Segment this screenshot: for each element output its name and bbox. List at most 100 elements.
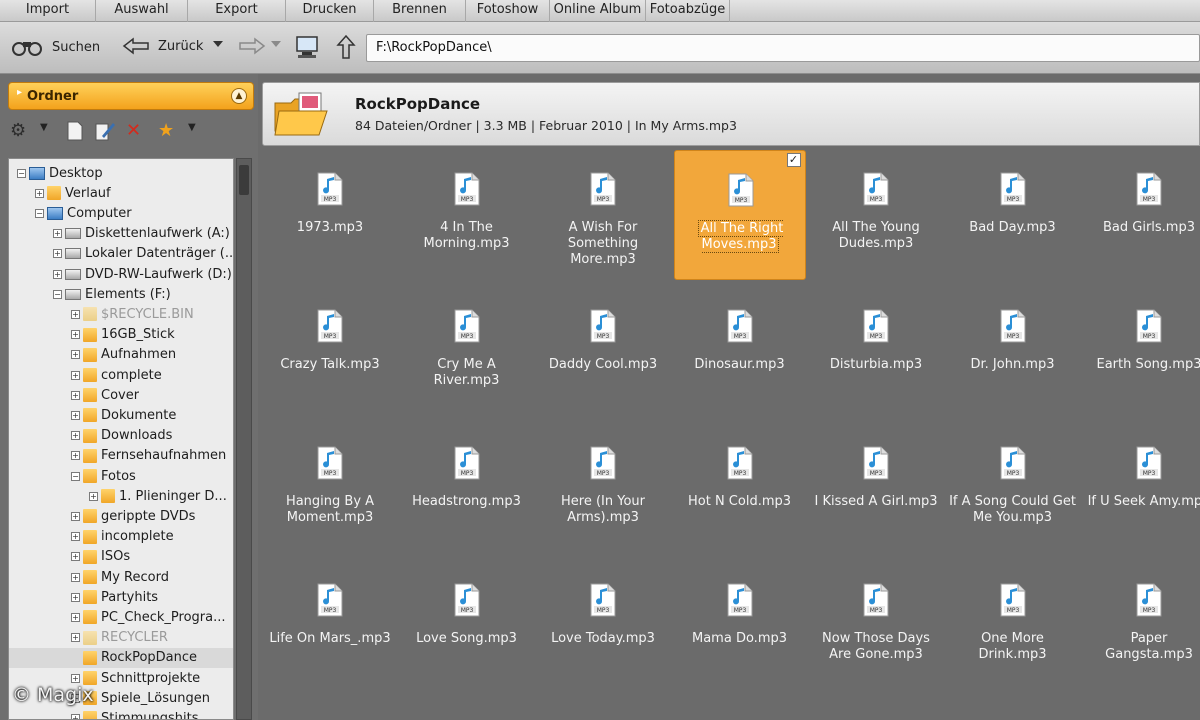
file-item[interactable]: MP3 Now Those Days Are Gone.mp3: [810, 561, 942, 691]
tree-item[interactable]: RockPopDance: [9, 647, 233, 668]
file-item[interactable]: MP3 Dr. John.mp3: [947, 287, 1079, 417]
tree-item[interactable]: + $RECYCLE.BIN: [9, 304, 233, 324]
expand-icon[interactable]: +: [53, 269, 62, 279]
file-item[interactable]: MP3 All The Right Moves.mp3 ✓: [673, 150, 806, 280]
file-item[interactable]: MP3 1973.mp3: [264, 150, 396, 280]
file-item[interactable]: MP3 Disturbia.mp3: [810, 287, 942, 417]
file-item[interactable]: MP3 Crazy Talk.mp3: [264, 287, 396, 417]
expand-icon[interactable]: +: [71, 532, 80, 542]
up-button[interactable]: [336, 34, 356, 60]
computer-button[interactable]: [294, 34, 320, 60]
address-bar[interactable]: F:\RockPopDance\: [366, 34, 1200, 62]
tree-item[interactable]: + Partyhits: [9, 587, 233, 607]
collapse-icon[interactable]: −: [35, 208, 44, 218]
folder-panel-header[interactable]: ▸ Ordner ▲: [8, 82, 254, 110]
file-item[interactable]: MP3 Here (In Your Arms).mp3: [537, 424, 669, 554]
tab-drucken[interactable]: Drucken: [286, 0, 374, 22]
file-item[interactable]: MP3 4 In The Morning.mp3: [401, 150, 533, 280]
file-item[interactable]: MP3 Paper Gangsta.mp3: [1083, 561, 1200, 691]
file-item[interactable]: MP3 Bad Girls.mp3: [1083, 150, 1200, 280]
file-item[interactable]: MP3 Headstrong.mp3: [401, 424, 533, 554]
back-history-dropdown[interactable]: [212, 38, 224, 50]
expand-icon[interactable]: +: [53, 249, 62, 259]
tree-item[interactable]: + Aufnahmen: [9, 345, 233, 365]
collapse-icon[interactable]: −: [17, 168, 26, 178]
tree-item[interactable]: +16GB_Stick: [9, 325, 233, 345]
tree-item[interactable]: + complete: [9, 365, 233, 385]
tree-item[interactable]: + ISOs: [9, 547, 233, 567]
tree-item[interactable]: − Elements (F:): [9, 284, 233, 304]
file-item[interactable]: MP3 Love Today.mp3: [537, 561, 669, 691]
tree-item[interactable]: + Cover: [9, 385, 233, 405]
tab-online-album[interactable]: Online Album: [550, 0, 646, 22]
expand-icon[interactable]: +: [71, 370, 80, 380]
tree-item[interactable]: + Lokaler Datenträger (...: [9, 244, 233, 264]
file-item[interactable]: MP3 Bad Day.mp3: [947, 150, 1079, 280]
expand-icon[interactable]: +: [35, 188, 44, 198]
expand-icon[interactable]: +: [71, 552, 80, 562]
file-item[interactable]: MP3 Earth Song.mp3: [1083, 287, 1200, 417]
file-item[interactable]: MP3 All The Young Dudes.mp3: [810, 150, 942, 280]
tree-item[interactable]: + Verlauf: [9, 183, 233, 203]
tab-export[interactable]: Export: [188, 0, 286, 22]
favorite-dropdown-icon[interactable]: ▼: [188, 122, 196, 133]
expand-icon[interactable]: +: [71, 431, 80, 441]
expand-icon[interactable]: +: [71, 309, 80, 319]
tree-item[interactable]: − Computer: [9, 203, 233, 223]
file-item[interactable]: MP3 If A Song Could Get Me You.mp3: [947, 424, 1079, 554]
tree-item[interactable]: − Desktop: [9, 163, 233, 183]
expand-icon[interactable]: +: [71, 633, 80, 643]
tab-fotoabzuege[interactable]: Fotoabzüge: [646, 0, 730, 22]
tree-item[interactable]: + Stimmungshits: [9, 708, 233, 719]
forward-button[interactable]: [238, 36, 266, 56]
search-button[interactable]: Suchen: [10, 36, 100, 58]
gear-dropdown-icon[interactable]: ▼: [40, 122, 48, 133]
expand-icon[interactable]: +: [71, 410, 80, 420]
tree-item[interactable]: + Dokumente: [9, 405, 233, 425]
selection-checkbox[interactable]: ✓: [786, 153, 801, 167]
tree-item[interactable]: +1. Plieninger D...: [9, 486, 233, 506]
file-item[interactable]: MP3 I Kissed A Girl.mp3: [810, 424, 942, 554]
collapse-panel-icon[interactable]: ▲: [231, 88, 247, 104]
expand-icon[interactable]: +: [71, 330, 80, 340]
rename-icon[interactable]: [94, 120, 116, 147]
tab-fotoshow[interactable]: Fotoshow: [466, 0, 550, 22]
expand-icon[interactable]: +: [89, 491, 98, 501]
file-item[interactable]: MP3 Hot N Cold.mp3: [674, 424, 806, 554]
back-button[interactable]: Zurück: [122, 36, 203, 56]
expand-icon[interactable]: +: [71, 713, 80, 719]
gear-icon[interactable]: ⚙: [10, 120, 26, 141]
file-item[interactable]: MP3 Cry Me A River.mp3: [401, 287, 533, 417]
tree-item[interactable]: + Diskettenlaufwerk (A:): [9, 224, 233, 244]
new-document-icon[interactable]: [66, 120, 84, 147]
file-item[interactable]: MP3 Life On Mars_.mp3: [264, 561, 396, 691]
favorite-star-icon[interactable]: ★: [158, 120, 174, 141]
expand-icon[interactable]: +: [71, 612, 80, 622]
tree-item[interactable]: + Fernsehaufnahmen: [9, 446, 233, 466]
tab-auswahl[interactable]: Auswahl: [96, 0, 188, 22]
file-item[interactable]: MP3 Mama Do.mp3: [674, 561, 806, 691]
expand-icon[interactable]: +: [71, 592, 80, 602]
file-item[interactable]: MP3 One More Drink.mp3: [947, 561, 1079, 691]
expand-icon[interactable]: +: [71, 350, 80, 360]
tab-brennen[interactable]: Brennen: [374, 0, 466, 22]
file-item[interactable]: MP3 Daddy Cool.mp3: [537, 287, 669, 417]
expand-icon[interactable]: +: [71, 572, 80, 582]
expand-icon[interactable]: +: [71, 451, 80, 461]
file-item[interactable]: MP3 Dinosaur.mp3: [674, 287, 806, 417]
forward-history-dropdown[interactable]: [270, 38, 282, 50]
tree-item[interactable]: + Downloads: [9, 426, 233, 446]
collapse-icon[interactable]: −: [71, 471, 80, 481]
file-item[interactable]: MP3 Love Song.mp3: [401, 561, 533, 691]
file-item[interactable]: MP3 Hanging By A Moment.mp3: [264, 424, 396, 554]
tree-item[interactable]: − Fotos: [9, 466, 233, 486]
expand-icon[interactable]: +: [53, 229, 62, 239]
tree-item[interactable]: + incomplete: [9, 527, 233, 547]
tab-import[interactable]: Import: [0, 0, 96, 22]
file-item[interactable]: MP3 A Wish For Something More.mp3: [537, 150, 669, 280]
tree-scrollbar[interactable]: [236, 158, 252, 720]
expand-icon[interactable]: +: [71, 673, 80, 683]
tree-item[interactable]: + My Record: [9, 567, 233, 587]
expand-icon[interactable]: +: [71, 511, 80, 521]
tree-item[interactable]: + RECYCLER: [9, 628, 233, 648]
